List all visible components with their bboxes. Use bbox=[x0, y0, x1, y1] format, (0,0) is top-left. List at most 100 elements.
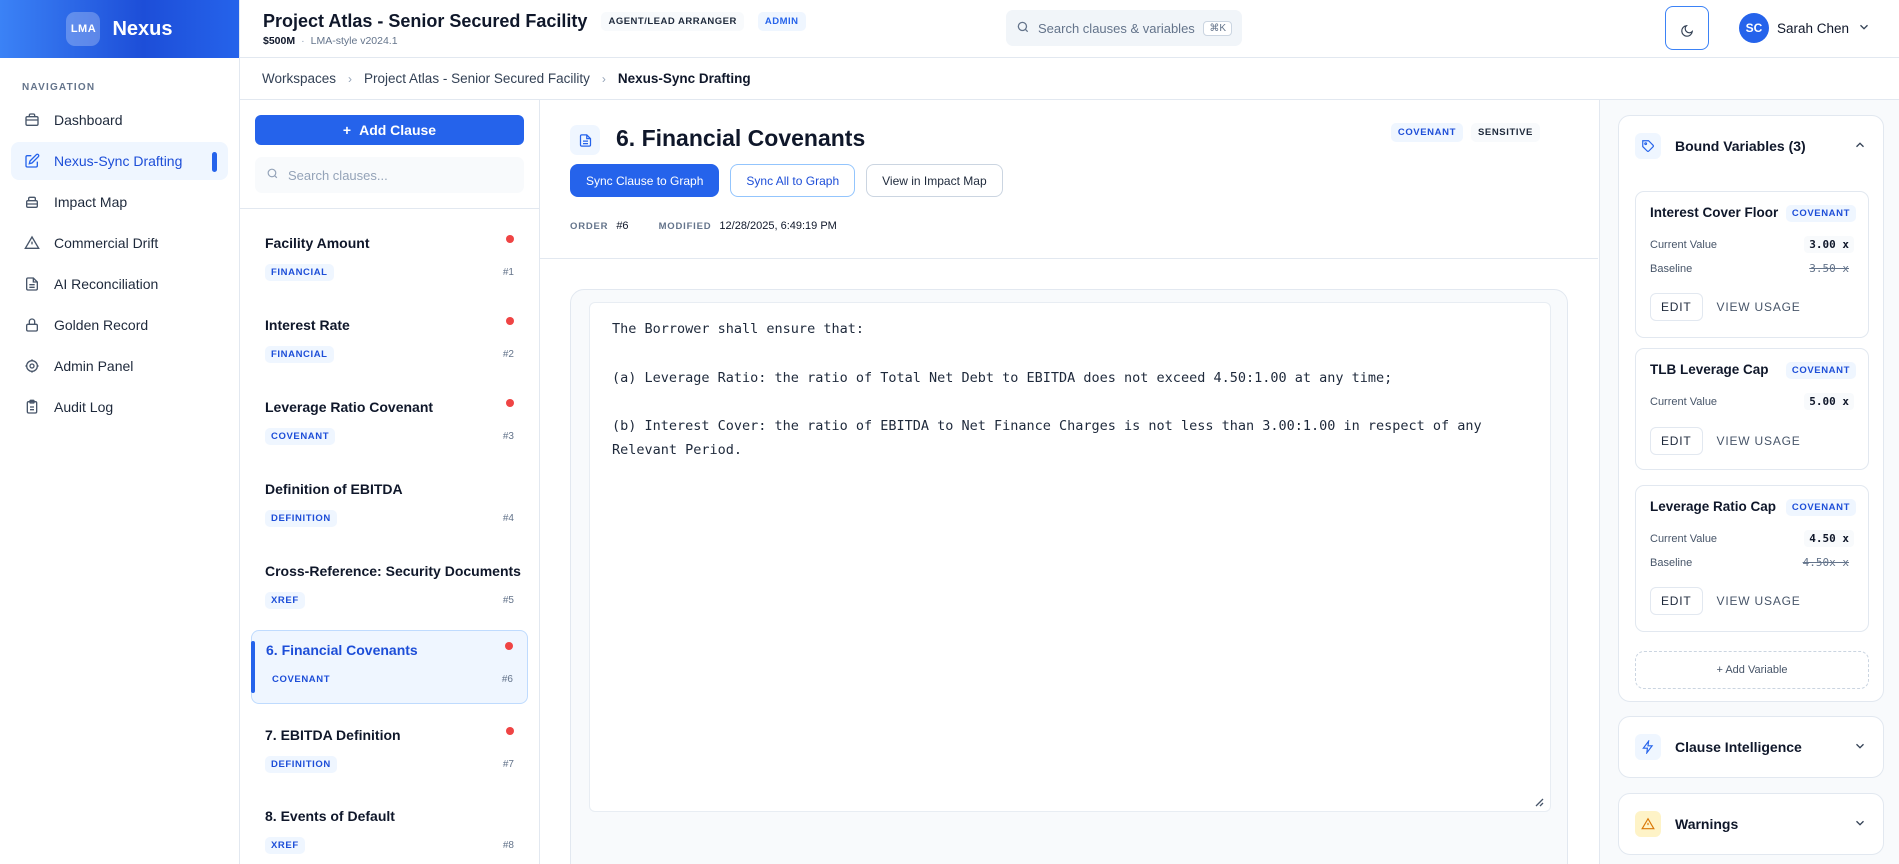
breadcrumb-workspaces[interactable]: Workspaces bbox=[262, 71, 336, 86]
bound-variables-card: Bound Variables (3) Interest Cover Floor… bbox=[1618, 115, 1884, 702]
add-clause-button[interactable]: + Add Clause bbox=[255, 115, 524, 145]
view-usage-button[interactable]: VIEW USAGE bbox=[1711, 587, 1807, 615]
sidebar-item-audit-log[interactable]: Audit Log bbox=[11, 388, 228, 426]
nav-list: Dashboard Nexus-Sync Drafting Impact Map… bbox=[0, 101, 239, 426]
warnings-card[interactable]: Warnings bbox=[1618, 793, 1884, 855]
current-value: 3.00 x bbox=[1804, 236, 1854, 253]
clause-number: #7 bbox=[502, 759, 514, 770]
clause-item-facility-amount[interactable]: Facility Amount FINANCIAL #1 bbox=[251, 224, 528, 298]
clause-number: #5 bbox=[502, 595, 514, 606]
clause-tag: FINANCIAL bbox=[265, 264, 334, 281]
change-indicator-dot bbox=[505, 642, 513, 650]
clause-name: 8. Events of Default bbox=[265, 808, 395, 824]
clause-list-panel: + Add Clause Search clauses... Facility … bbox=[240, 100, 540, 864]
variable-current-row: Current Value 4.50 x bbox=[1650, 530, 1854, 547]
view-impact-map-button[interactable]: View in Impact Map bbox=[866, 164, 1003, 197]
sync-all-button[interactable]: Sync All to Graph bbox=[730, 164, 856, 197]
clause-item-leverage-ratio-covenant[interactable]: Leverage Ratio Covenant COVENANT #3 bbox=[251, 388, 528, 462]
sensitive-badge: SENSITIVE bbox=[1470, 123, 1540, 142]
edit-variable-button[interactable]: EDIT bbox=[1650, 293, 1703, 321]
project-info: Project Atlas - Senior Secured Facility … bbox=[263, 11, 806, 47]
clause-text-line: The Borrower shall ensure that: bbox=[612, 321, 864, 337]
sidebar-item-label: Commercial Drift bbox=[54, 235, 159, 251]
change-indicator-dot bbox=[506, 317, 514, 325]
sync-clause-button[interactable]: Sync Clause to Graph bbox=[570, 164, 720, 197]
view-usage-button[interactable]: VIEW USAGE bbox=[1711, 427, 1807, 455]
clause-badges: COVENANT SENSITIVE bbox=[1390, 123, 1540, 142]
brand-name: Nexus bbox=[112, 17, 173, 40]
resize-handle-icon[interactable] bbox=[1534, 797, 1544, 807]
sidebar-item-label: Nexus-Sync Drafting bbox=[54, 153, 183, 169]
user-menu[interactable]: SC Sarah Chen bbox=[1739, 13, 1871, 43]
gear-icon bbox=[24, 358, 40, 374]
sidebar-item-admin-panel[interactable]: Admin Panel bbox=[11, 347, 228, 385]
role-badge: AGENT/LEAD ARRANGER bbox=[601, 11, 744, 31]
style-version: LMA-style v2024.1 bbox=[310, 34, 398, 47]
order-label: ORDER bbox=[570, 220, 609, 232]
edit-variable-button[interactable]: EDIT bbox=[1650, 427, 1703, 455]
clause-tag: XREF bbox=[265, 837, 305, 854]
global-search-input[interactable]: Search clauses & variables ⌘K bbox=[1006, 10, 1242, 46]
add-variable-button[interactable]: + Add Variable bbox=[1635, 651, 1869, 689]
clause-item-events-of-default[interactable]: 8. Events of Default XREF #8 bbox=[251, 797, 528, 864]
edit-variable-button[interactable]: EDIT bbox=[1650, 587, 1703, 615]
chevron-right-icon: › bbox=[601, 71, 606, 86]
tag-icon bbox=[1635, 133, 1661, 159]
breadcrumb-project[interactable]: Project Atlas - Senior Secured Facility bbox=[364, 71, 590, 86]
document-icon bbox=[24, 276, 40, 292]
clause-name: 6. Financial Covenants bbox=[266, 642, 418, 658]
clause-text-line bbox=[590, 341, 1550, 365]
moon-icon bbox=[1680, 24, 1694, 41]
sidebar-item-commercial-drift[interactable]: Commercial Drift bbox=[11, 224, 228, 262]
clause-text-line: Relevant Period. bbox=[612, 442, 743, 459]
modified-label: MODIFIED bbox=[658, 220, 712, 232]
facility-amount: $500M bbox=[263, 34, 296, 47]
clause-intelligence-header[interactable]: Clause Intelligence bbox=[1619, 717, 1883, 777]
variable-baseline-row: Baseline 3.50 x bbox=[1650, 260, 1854, 277]
clause-search-input[interactable]: Search clauses... bbox=[255, 157, 524, 193]
lightning-icon bbox=[1635, 734, 1661, 760]
clause-tag: DEFINITION bbox=[265, 510, 337, 527]
warnings-header[interactable]: Warnings bbox=[1619, 794, 1883, 854]
chevron-down-icon bbox=[1853, 739, 1867, 756]
brand[interactable]: LMA Nexus bbox=[0, 0, 239, 58]
clause-number: #8 bbox=[502, 840, 514, 851]
divider bbox=[240, 208, 539, 209]
change-indicator-dot bbox=[506, 235, 514, 243]
bound-variables-header[interactable]: Bound Variables (3) bbox=[1619, 116, 1883, 176]
clause-text-editor[interactable]: The Borrower shall ensure that: (a) Leve… bbox=[589, 302, 1551, 812]
sidebar-item-label: Golden Record bbox=[54, 317, 149, 333]
clause-text-line: (b) Interest Cover: the ratio of EBITDA … bbox=[612, 418, 1482, 435]
sidebar-item-dashboard[interactable]: Dashboard bbox=[11, 101, 228, 139]
clause-type-badge: COVENANT bbox=[1390, 123, 1463, 142]
change-indicator-dot bbox=[506, 399, 514, 407]
clause-item-financial-covenants[interactable]: 6. Financial Covenants COVENANT #6 bbox=[251, 630, 528, 704]
project-title: Project Atlas - Senior Secured Facility bbox=[263, 10, 588, 31]
clause-tag: COVENANT bbox=[266, 671, 337, 688]
clause-name: Cross-Reference: Security Documents bbox=[265, 563, 521, 579]
clipboard-icon bbox=[24, 399, 40, 415]
search-icon bbox=[1016, 20, 1030, 37]
clause-item-interest-rate[interactable]: Interest Rate FINANCIAL #2 bbox=[251, 306, 528, 380]
variable-baseline-row: Baseline 4.50x x bbox=[1650, 554, 1854, 571]
sidebar-item-nexus-sync-drafting[interactable]: Nexus-Sync Drafting bbox=[11, 142, 228, 180]
clause-item-definition-of-ebitda[interactable]: Definition of EBITDA DEFINITION #4 bbox=[251, 470, 528, 544]
theme-toggle-button[interactable] bbox=[1665, 6, 1709, 50]
variable-actions: EDIT VIEW USAGE bbox=[1650, 293, 1807, 321]
current-value-label: Current Value bbox=[1650, 532, 1718, 545]
current-value-label: Current Value bbox=[1650, 238, 1718, 251]
sidebar-item-golden-record[interactable]: Golden Record bbox=[11, 306, 228, 344]
sidebar-item-ai-reconciliation[interactable]: AI Reconciliation bbox=[11, 265, 228, 303]
layers-icon bbox=[24, 194, 40, 210]
chevron-down-icon bbox=[1857, 20, 1871, 37]
clause-intelligence-card[interactable]: Clause Intelligence bbox=[1618, 716, 1884, 778]
view-usage-button[interactable]: VIEW USAGE bbox=[1711, 293, 1807, 321]
variable-actions: EDIT VIEW USAGE bbox=[1650, 427, 1807, 455]
sidebar-item-impact-map[interactable]: Impact Map bbox=[11, 183, 228, 221]
sidebar-item-label: AI Reconciliation bbox=[54, 276, 159, 292]
clause-number: #3 bbox=[502, 431, 514, 442]
variable-card-interest-cover-floor: Interest Cover Floor COVENANT Current Va… bbox=[1635, 191, 1869, 338]
clause-item-cross-reference[interactable]: Cross-Reference: Security Documents XREF… bbox=[251, 552, 528, 626]
editor-actions: Sync Clause to Graph Sync All to Graph V… bbox=[570, 164, 1003, 197]
clause-item-ebitda-definition[interactable]: 7. EBITDA Definition DEFINITION #7 bbox=[251, 716, 528, 790]
